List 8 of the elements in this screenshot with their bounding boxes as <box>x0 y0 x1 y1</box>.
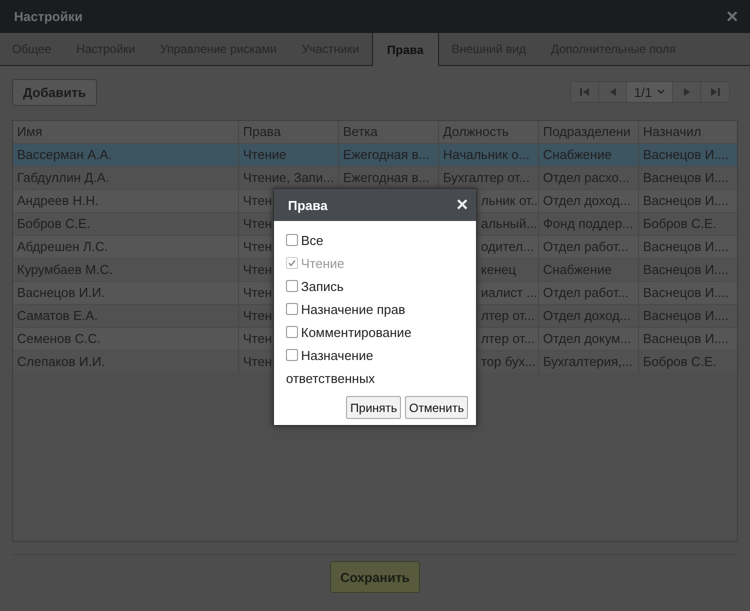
table-cell: Васнецов И.... <box>643 147 729 162</box>
table-cell: Чтение <box>243 147 286 162</box>
dialog-title: Права <box>288 198 328 212</box>
table-cell: Ежегодная в... <box>343 147 430 162</box>
table-cell: Снабжение <box>543 147 612 162</box>
window-title: Настройки <box>14 9 83 24</box>
table-cell: Вассерман А.А. <box>17 147 112 162</box>
table-cell: Начальник о... <box>443 147 530 162</box>
